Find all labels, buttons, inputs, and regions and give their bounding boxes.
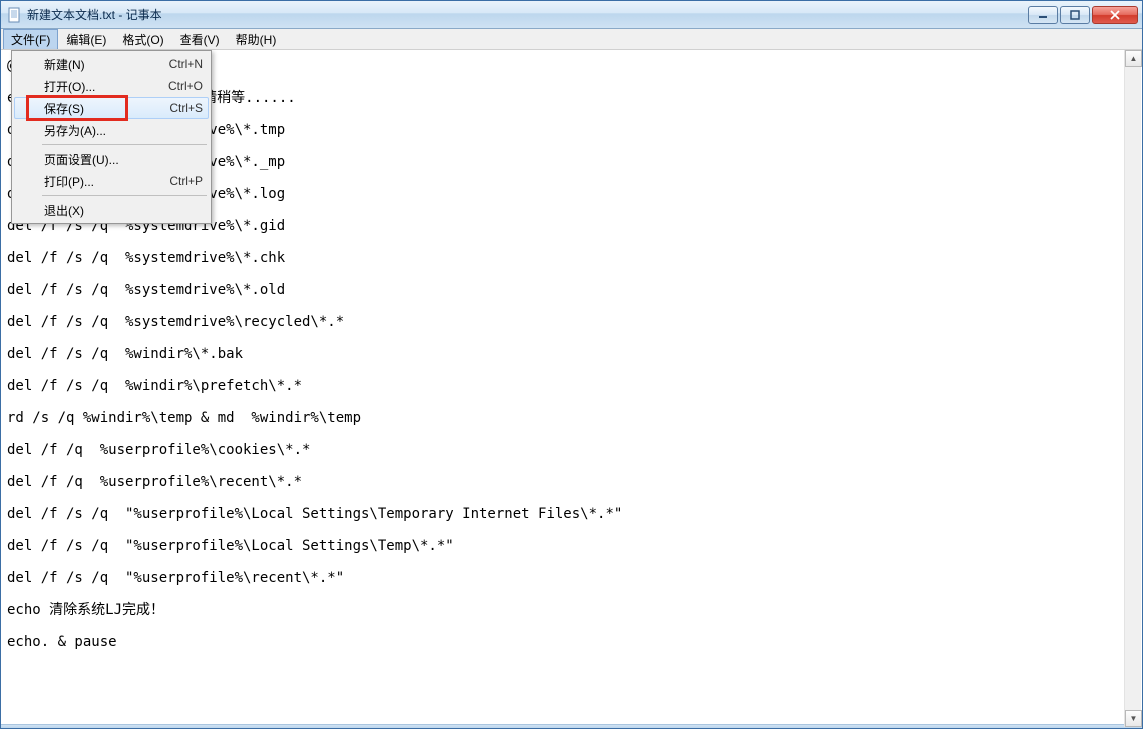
file-menu-item[interactable]: 打开(O)...Ctrl+O: [14, 75, 209, 97]
titlebar[interactable]: 新建文本文档.txt - 记事本: [1, 1, 1142, 29]
menu-view[interactable]: 查看(V): [172, 29, 228, 49]
menubar: 文件(F) 编辑(E) 格式(O) 查看(V) 帮助(H): [1, 29, 1142, 50]
menu-item-shortcut: Ctrl+S: [169, 101, 203, 115]
notepad-window: 新建文本文档.txt - 记事本 文件(F) 编辑(E) 格式(O) 查看(V)…: [0, 0, 1143, 729]
menu-item-shortcut: Ctrl+O: [168, 79, 203, 93]
menu-item-label: 保存(S): [44, 100, 169, 117]
menu-item-label: 打印(P)...: [44, 173, 169, 190]
window-controls: [1028, 6, 1138, 24]
menu-edit[interactable]: 编辑(E): [58, 29, 114, 49]
file-menu-item[interactable]: 页面设置(U)...: [14, 148, 209, 170]
scroll-down-button[interactable]: ▼: [1125, 710, 1142, 727]
menu-item-label: 退出(X): [44, 202, 203, 219]
file-menu-item[interactable]: 退出(X): [14, 199, 209, 221]
menu-item-label: 新建(N): [44, 56, 169, 73]
menu-help[interactable]: 帮助(H): [228, 29, 285, 49]
menu-separator: [42, 144, 207, 145]
menu-format[interactable]: 格式(O): [114, 29, 171, 49]
vertical-scrollbar[interactable]: ▲ ▼: [1124, 50, 1141, 727]
window-title: 新建文本文档.txt - 记事本: [27, 6, 1028, 23]
menu-item-label: 页面设置(U)...: [44, 151, 203, 168]
menu-item-shortcut: Ctrl+P: [169, 174, 203, 188]
minimize-button[interactable]: [1028, 6, 1058, 24]
file-menu-item[interactable]: 保存(S)Ctrl+S: [14, 97, 209, 119]
file-menu-item[interactable]: 另存为(A)...: [14, 119, 209, 141]
window-bottom-border: [1, 724, 1142, 728]
file-menu-item[interactable]: 打印(P)...Ctrl+P: [14, 170, 209, 192]
maximize-button[interactable]: [1060, 6, 1090, 24]
chevron-up-icon: ▲: [1130, 54, 1138, 63]
menu-file[interactable]: 文件(F): [3, 29, 58, 49]
menu-separator: [42, 195, 207, 196]
maximize-icon: [1070, 10, 1080, 20]
close-icon: [1109, 10, 1121, 20]
scroll-up-button[interactable]: ▲: [1125, 50, 1142, 67]
file-menu-item[interactable]: 新建(N)Ctrl+N: [14, 53, 209, 75]
app-icon: [7, 7, 23, 23]
menu-item-label: 打开(O)...: [44, 78, 168, 95]
chevron-down-icon: ▼: [1130, 714, 1138, 723]
minimize-icon: [1038, 10, 1048, 20]
close-button[interactable]: [1092, 6, 1138, 24]
menu-item-shortcut: Ctrl+N: [169, 57, 203, 71]
file-menu-dropdown: 新建(N)Ctrl+N打开(O)...Ctrl+O保存(S)Ctrl+S另存为(…: [11, 50, 212, 224]
menu-item-label: 另存为(A)...: [44, 122, 203, 139]
